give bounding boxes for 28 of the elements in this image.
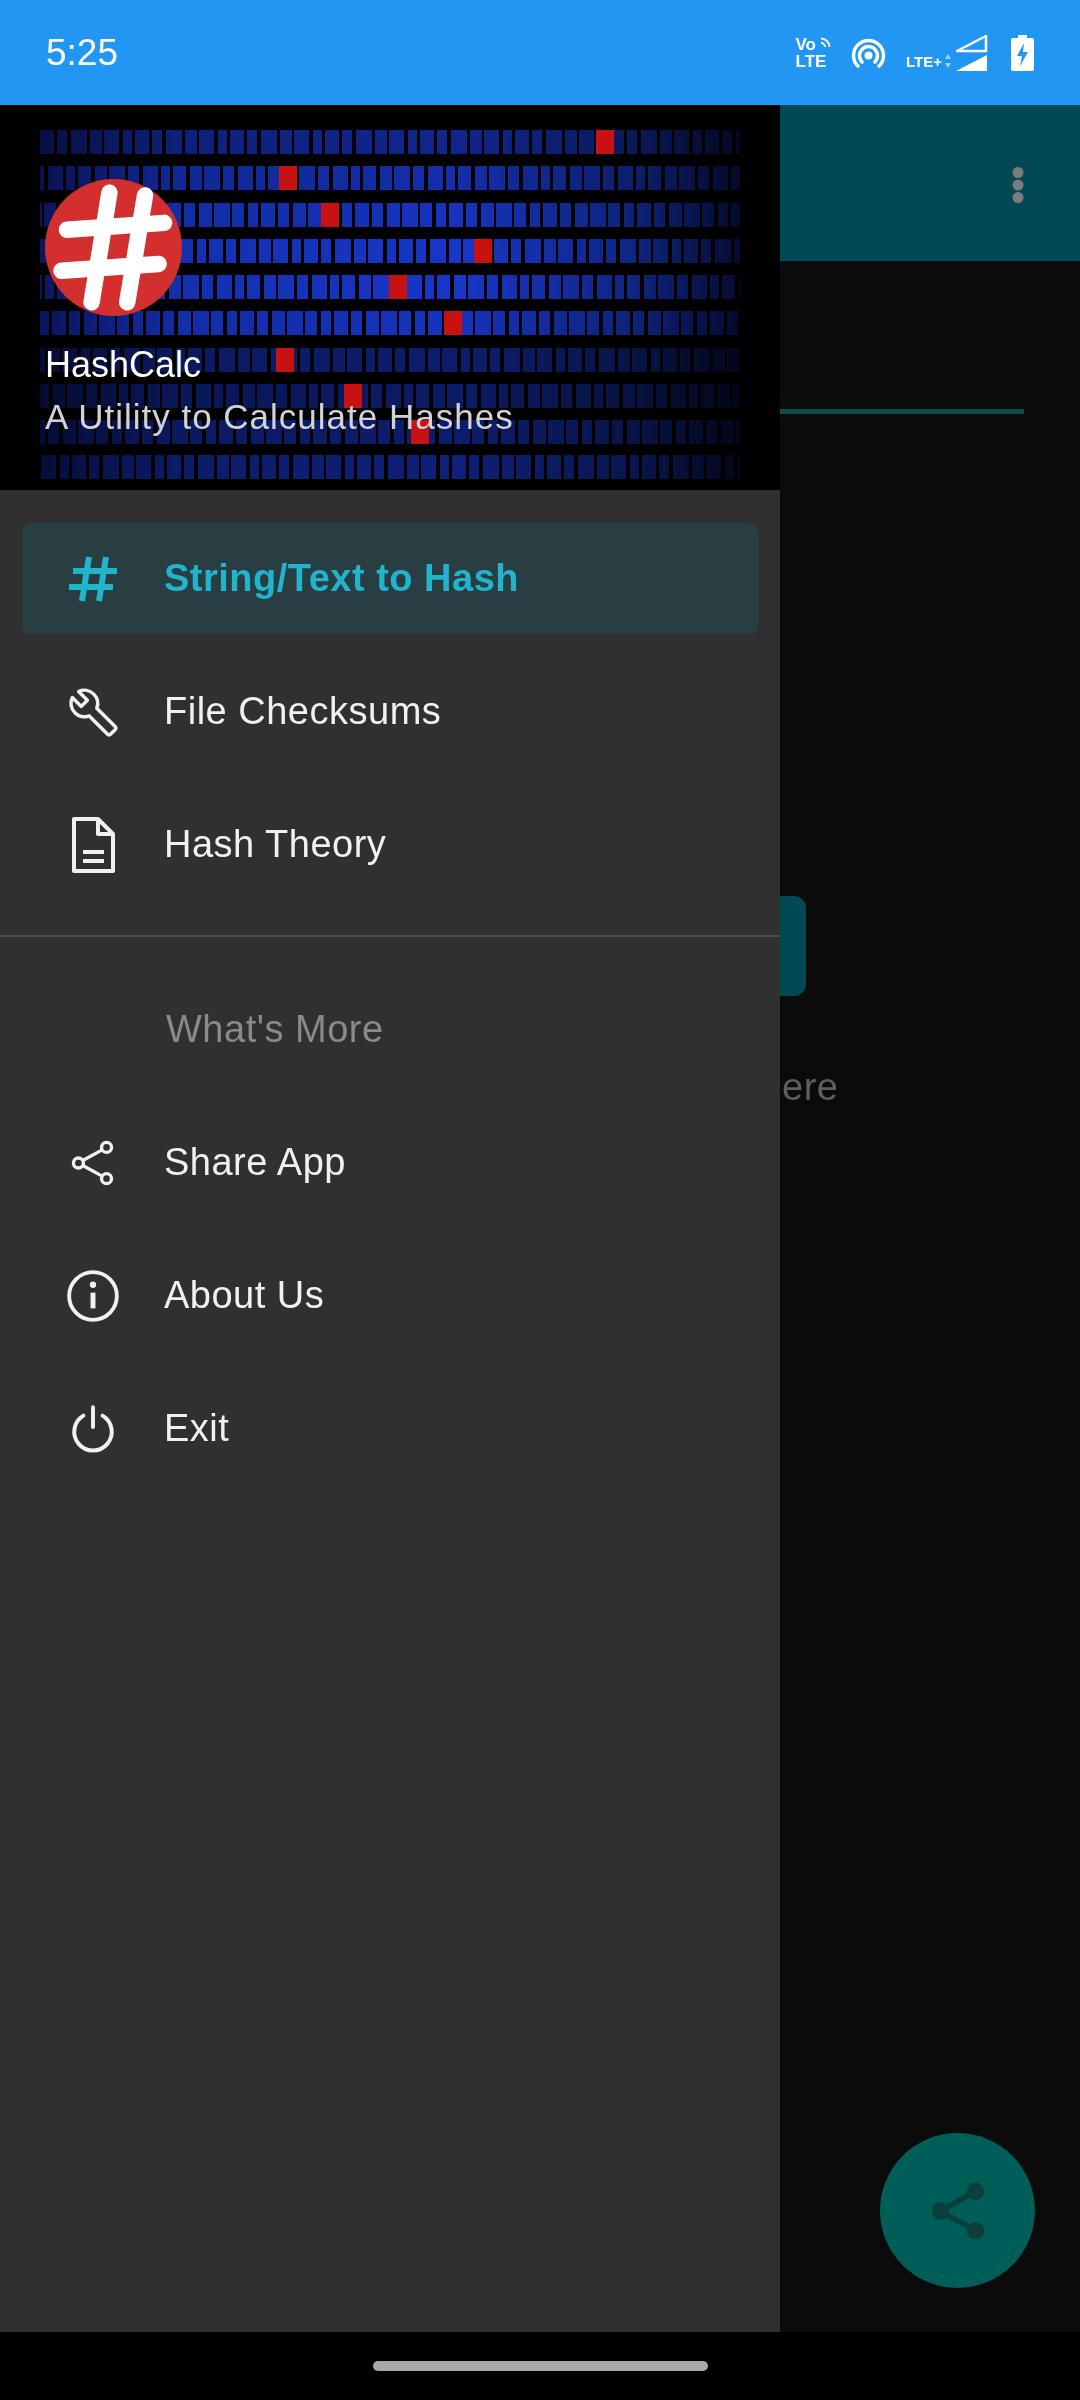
network-type-label: LTE+ [906,53,942,70]
home-indicator[interactable] [372,2361,708,2371]
section-heading: What's More [166,1008,384,1051]
action-button[interactable] [780,896,806,996]
drawer-menu-item[interactable]: String/Text to Hash [22,523,758,634]
text-input-field[interactable] [780,409,1024,414]
status-time: 5:25 [46,30,118,75]
drawer-menu-item[interactable]: Hash Theory [22,789,758,900]
app-subtitle: A Utility to Calculate Hashes [45,396,514,438]
battery-charging-icon [1011,34,1034,71]
drawer-menu-item[interactable]: About Us [22,1240,758,1351]
drawer-menu-item[interactable]: Exit [22,1373,758,1484]
volte-label: Vo [795,35,816,53]
drawer-menu-item[interactable]: File Checksums [22,656,758,767]
volte-label: LTE [795,52,827,70]
hash-icon [68,555,118,602]
info-icon [66,1268,120,1323]
app-title: HashCalc [45,343,202,387]
hotspot-icon [851,37,886,68]
data-arrows-icon [945,53,951,68]
hint-text: ere [782,1066,839,1108]
share-icon [929,2182,986,2239]
signal-waves-icon [819,35,831,48]
overflow-menu-icon[interactable] [1011,167,1025,203]
wrench-icon [68,686,118,737]
drawer-menu-item[interactable]: Share App [22,1107,758,1218]
hash-logo-icon [45,179,182,316]
signal-icon [954,33,988,72]
